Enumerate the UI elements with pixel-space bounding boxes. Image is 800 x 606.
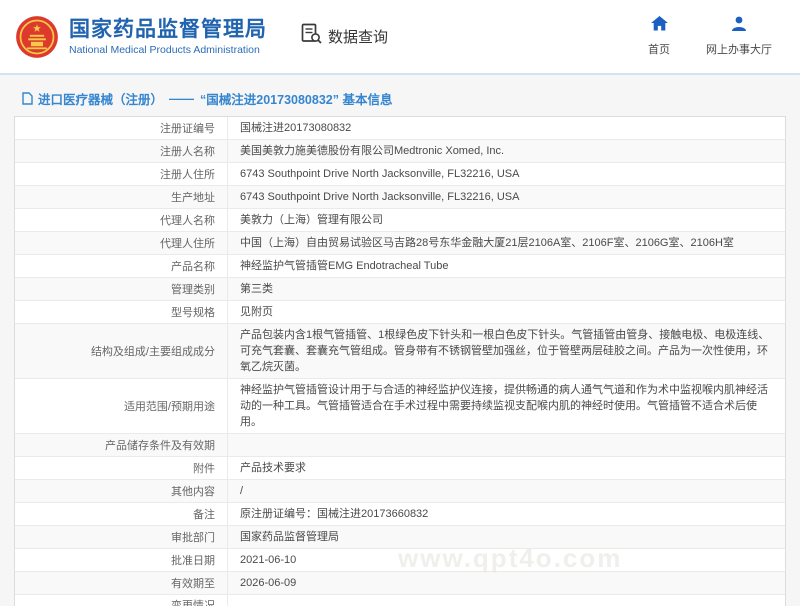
row-label: 适用范围/预期用途 (15, 379, 228, 433)
row-value: / (228, 480, 785, 502)
table-row: 批准日期2021-06-10 (15, 549, 785, 572)
row-value (228, 434, 785, 456)
table-row: 生产地址6743 Southpoint Drive North Jacksonv… (15, 186, 785, 209)
row-label: 产品名称 (15, 255, 228, 277)
row-value: 第三类 (228, 278, 785, 300)
table-row: 变更情况 (15, 595, 785, 606)
row-value: 产品技术要求 (228, 457, 785, 479)
row-value: 产品包装内含1根气管插管、1根绿色皮下针头和一根白色皮下针头。气管插管由管身、接… (228, 324, 785, 378)
table-row: 注册人名称美国美敦力施美德股份有限公司Medtronic Xomed, Inc. (15, 140, 785, 163)
row-label: 审批部门 (15, 526, 228, 548)
row-value: 美国美敦力施美德股份有限公司Medtronic Xomed, Inc. (228, 140, 785, 162)
nav-service-hall-label: 网上办事大厅 (706, 41, 772, 57)
row-value: 6743 Southpoint Drive North Jacksonville… (228, 163, 785, 185)
china-national-emblem-icon (15, 15, 59, 59)
table-row: 审批部门国家药品监督管理局 (15, 526, 785, 549)
table-row: 管理类别第三类 (15, 278, 785, 301)
org-subtitle: National Medical Products Administration (69, 44, 267, 56)
table-row: 适用范围/预期用途神经监护气管插管设计用于与合适的神经监护仪连接，提供畅通的病人… (15, 379, 785, 434)
breadcrumb-dash: —— (169, 92, 194, 106)
row-label: 型号规格 (15, 301, 228, 323)
org-title: 国家药品监督管理局 (69, 18, 267, 42)
row-value (228, 595, 785, 606)
table-row: 其他内容/ (15, 480, 785, 503)
table-row: 附件产品技术要求 (15, 457, 785, 480)
row-label: 管理类别 (15, 278, 228, 300)
row-value: 6743 Southpoint Drive North Jacksonville… (228, 186, 785, 208)
org-title-block: 国家药品监督管理局 National Medical Products Admi… (69, 18, 267, 56)
table-row: 结构及组成/主要组成成分产品包装内含1根气管插管、1根绿色皮下针头和一根白色皮下… (15, 324, 785, 379)
document-icon (22, 92, 33, 105)
nav-home-label: 首页 (648, 41, 670, 57)
row-label: 有效期至 (15, 572, 228, 594)
row-label: 附件 (15, 457, 228, 479)
breadcrumb-title: “国械注进20173080832” 基本信息 (200, 89, 392, 108)
table-row: 备注原注册证编号：国械注进20173660832 (15, 503, 785, 526)
row-value: 2021-06-10 (228, 549, 785, 571)
table-row: 产品名称神经监护气管插管EMG Endotracheal Tube (15, 255, 785, 278)
table-row: 产品储存条件及有效期 (15, 434, 785, 457)
row-value: 见附页 (228, 301, 785, 323)
table-row: 型号规格见附页 (15, 301, 785, 324)
row-label: 变更情况 (15, 595, 228, 606)
row-label: 备注 (15, 503, 228, 525)
header-right-nav: 首页 网上办事大厅 (612, 16, 772, 57)
row-label: 注册人名称 (15, 140, 228, 162)
table-row: 代理人住所中国（上海）自由贸易试验区马吉路28号东华金融大厦21层2106A室、… (15, 232, 785, 255)
row-value: 中国（上海）自由贸易试验区马吉路28号东华金融大厦21层2106A室、2106F… (228, 232, 785, 254)
row-value: 美敦力（上海）管理有限公司 (228, 209, 785, 231)
row-value: 原注册证编号：国械注进20173660832 (228, 503, 785, 525)
table-row: 注册证编号国械注进20173080832 (15, 117, 785, 140)
data-query-nav[interactable]: 数据查询 (301, 23, 388, 50)
document-search-icon (301, 23, 323, 50)
row-label: 结构及组成/主要组成成分 (15, 324, 228, 378)
row-label: 注册证编号 (15, 117, 228, 139)
row-label: 代理人住所 (15, 232, 228, 254)
row-label: 其他内容 (15, 480, 228, 502)
nmpa-logo[interactable]: 国家药品监督管理局 National Medical Products Admi… (15, 15, 267, 59)
data-query-label: 数据查询 (328, 26, 388, 47)
user-icon (731, 16, 747, 36)
row-value: 神经监护气管插管EMG Endotracheal Tube (228, 255, 785, 277)
row-value: 国家药品监督管理局 (228, 526, 785, 548)
breadcrumb: 进口医疗器械（注册） —— “国械注进20173080832” 基本信息 (22, 89, 800, 108)
row-label: 批准日期 (15, 549, 228, 571)
home-icon (651, 16, 668, 36)
row-label: 生产地址 (15, 186, 228, 208)
breadcrumb-category[interactable]: 进口医疗器械（注册） (38, 89, 163, 108)
row-label: 代理人名称 (15, 209, 228, 231)
nav-item-service-hall[interactable]: 网上办事大厅 (706, 16, 772, 57)
table-row: 代理人名称美敦力（上海）管理有限公司 (15, 209, 785, 232)
registration-info-table: 注册证编号国械注进20173080832注册人名称美国美敦力施美德股份有限公司M… (14, 116, 786, 606)
row-value: 国械注进20173080832 (228, 117, 785, 139)
row-value: 2026-06-09 (228, 572, 785, 594)
row-label: 产品储存条件及有效期 (15, 434, 228, 456)
row-value: 神经监护气管插管设计用于与合适的神经监护仪连接，提供畅通的病人通气气道和作为术中… (228, 379, 785, 433)
table-row: 注册人住所6743 Southpoint Drive North Jackson… (15, 163, 785, 186)
row-label: 注册人住所 (15, 163, 228, 185)
site-header: 国家药品监督管理局 National Medical Products Admi… (0, 0, 800, 75)
nav-item-home[interactable]: 首页 (648, 16, 670, 57)
table-row: 有效期至2026-06-09 (15, 572, 785, 595)
